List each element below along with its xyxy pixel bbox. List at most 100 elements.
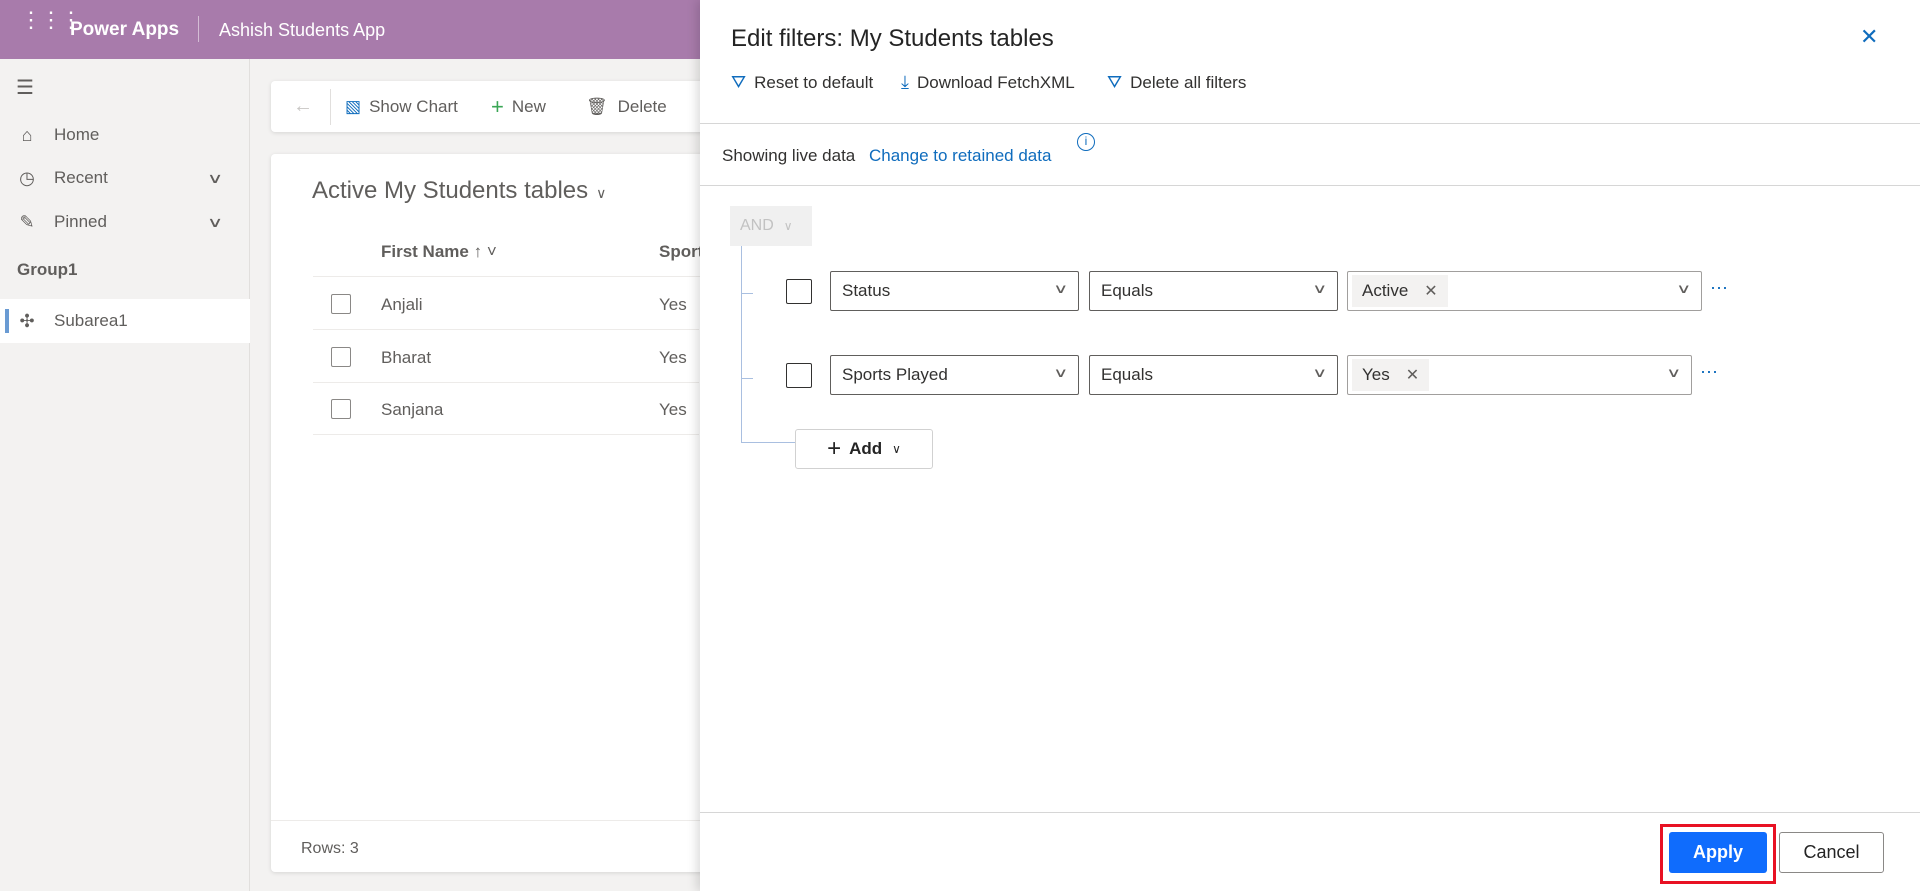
back-icon[interactable]: ← (293, 81, 313, 132)
condition-value-picker[interactable]: Yes ✕ ∨ (1347, 355, 1692, 395)
value-chip: Active ✕ (1352, 275, 1448, 307)
more-options-icon[interactable]: ⋯ (1700, 362, 1719, 383)
label: New (511, 96, 546, 116)
divider (313, 276, 733, 277)
label: Active (1362, 281, 1409, 300)
value-chip: Yes ✕ (1352, 359, 1430, 391)
chevron-down-icon: ∨ (1312, 281, 1328, 296)
more-options-icon[interactable]: ⋯ (1710, 278, 1729, 299)
label: Equals (1101, 281, 1153, 300)
label: Delete all filters (1130, 72, 1247, 92)
add-condition-button[interactable]: + Add ∨ (795, 429, 933, 469)
row-count: Rows: 3 (301, 840, 359, 857)
chevron-down-icon: ∨ (1666, 365, 1682, 380)
grid-card: Active My Students tables ∨ First Name ↑ … (271, 154, 733, 872)
sidebar-item-pinned[interactable]: ✎ Pinned ∨ (0, 201, 250, 243)
column-header-sport[interactable]: Sport (659, 242, 703, 262)
trash-icon: 🗑 (586, 96, 608, 116)
sort-ascending-icon: ↑ ˅ (473, 242, 497, 261)
chevron-down-icon: ∨ (1312, 365, 1328, 380)
change-to-retained-link[interactable]: Change to retained data (869, 146, 1051, 166)
condition-operator-dropdown[interactable]: Equals ∨ (1089, 271, 1338, 311)
clock-icon: ◷ (19, 167, 35, 188)
live-data-text: Showing live data (722, 146, 856, 165)
header-divider (198, 16, 199, 42)
tree-branch (741, 442, 795, 443)
chevron-down-icon: ∨ (783, 219, 793, 233)
label: First Name (381, 242, 469, 261)
first-name-cell[interactable]: Bharat (381, 348, 431, 368)
row-checkbox[interactable] (331, 399, 351, 419)
waffle-icon[interactable]: ⋮⋮⋮ (20, 9, 82, 31)
chevron-down-icon: ∨ (596, 185, 607, 201)
close-icon[interactable]: ✕ (1860, 24, 1878, 50)
delete-button[interactable]: 🗑 Delete (586, 81, 667, 132)
chevron-down-icon[interactable]: ∨ (207, 214, 223, 231)
label: Sports Played (842, 365, 948, 384)
sidebar: ☰ ⌂ Home ◷ Recent ∨ ✎ Pinned ∨ Group1 ✣ Subare… (0, 59, 250, 891)
view-selector[interactable]: Active My Students tables ∨ (312, 177, 606, 205)
nav-label: Recent (54, 168, 108, 187)
hamburger-icon[interactable]: ☰ (16, 75, 34, 100)
condition-checkbox[interactable] (786, 363, 812, 388)
condition-operator-dropdown[interactable]: Equals ∨ (1089, 355, 1338, 395)
label: Status (842, 281, 891, 300)
tree-branch (741, 378, 753, 379)
remove-value-icon[interactable]: ✕ (1424, 281, 1437, 301)
nav-label: Pinned (54, 212, 107, 231)
new-button[interactable]: + New (491, 81, 546, 132)
command-bar: ← ▧ Show Chart + New 🗑 Delete (271, 81, 731, 132)
pin-icon: ✎ (19, 211, 35, 232)
sidebar-item-home[interactable]: ⌂ Home (0, 114, 250, 156)
table-row[interactable]: Bharat Yes (313, 331, 699, 383)
first-name-cell[interactable]: Sanjana (381, 400, 443, 420)
sidebar-item-subarea1[interactable]: ✣ Subarea1 (0, 299, 250, 343)
tree-line (741, 246, 742, 442)
plus-icon: + (491, 93, 504, 119)
delete-all-filters-button[interactable]: ⛛ Delete all filters (1107, 72, 1246, 93)
info-icon[interactable]: i (1077, 133, 1095, 151)
chevron-down-icon: ∨ (892, 442, 901, 456)
nav-label: Home (54, 125, 100, 144)
download-fetchxml-button[interactable]: ⤓ Download FetchXML (901, 72, 1075, 93)
divider (700, 123, 1920, 124)
brand-name[interactable]: Power Apps (70, 19, 179, 41)
condition-field-dropdown[interactable]: Sports Played ∨ (830, 355, 1079, 395)
first-name-cell[interactable]: Anjali (381, 295, 423, 315)
label: Download FetchXML (916, 72, 1075, 92)
label: Add (849, 439, 883, 458)
sport-cell: Yes (659, 348, 687, 367)
condition-field-dropdown[interactable]: Status ∨ (830, 271, 1079, 311)
nav-label: Subarea1 (54, 311, 128, 330)
condition-checkbox[interactable] (786, 279, 812, 304)
row-checkbox[interactable] (331, 294, 351, 314)
chart-icon: ▧ (345, 96, 362, 116)
cancel-button[interactable]: Cancel (1779, 832, 1884, 873)
reset-to-default-button[interactable]: ⛛ Reset to default (731, 72, 873, 93)
panel-title: Edit filters: My Students tables (731, 25, 1054, 52)
condition-value-picker[interactable]: Active ✕ ∨ (1347, 271, 1702, 311)
apply-button[interactable]: Apply (1669, 832, 1767, 873)
remove-value-icon[interactable]: ✕ (1406, 365, 1419, 385)
divider (271, 820, 731, 821)
column-header-first-name[interactable]: First Name ↑ ˅ (381, 242, 497, 262)
edit-filters-panel: Edit filters: My Students tables ✕ ⛛ Rese… (700, 0, 1920, 891)
puzzle-icon: ✣ (19, 310, 35, 331)
divider (700, 185, 1920, 186)
filter-reset-icon: ⛛ (731, 72, 747, 92)
label: Reset to default (754, 72, 874, 92)
app-name: Ashish Students App (219, 20, 386, 40)
table-row[interactable]: Sanjana Yes (313, 383, 699, 435)
download-icon: ⤓ (901, 72, 909, 92)
row-checkbox[interactable] (331, 347, 351, 367)
selected-indicator (5, 309, 9, 333)
chevron-down-icon[interactable]: ∨ (207, 170, 223, 187)
chevron-down-icon: ∨ (1053, 365, 1069, 380)
label: Yes (1362, 365, 1390, 384)
filter-clear-icon: ⛛ (1107, 72, 1123, 92)
sidebar-item-recent[interactable]: ◷ Recent ∨ (0, 157, 250, 199)
table-row[interactable]: Anjali Yes (313, 278, 699, 330)
group-operator-dropdown[interactable]: AND ∨ (730, 206, 812, 246)
show-chart-button[interactable]: ▧ Show Chart (345, 81, 458, 132)
plus-icon: + (827, 435, 842, 462)
